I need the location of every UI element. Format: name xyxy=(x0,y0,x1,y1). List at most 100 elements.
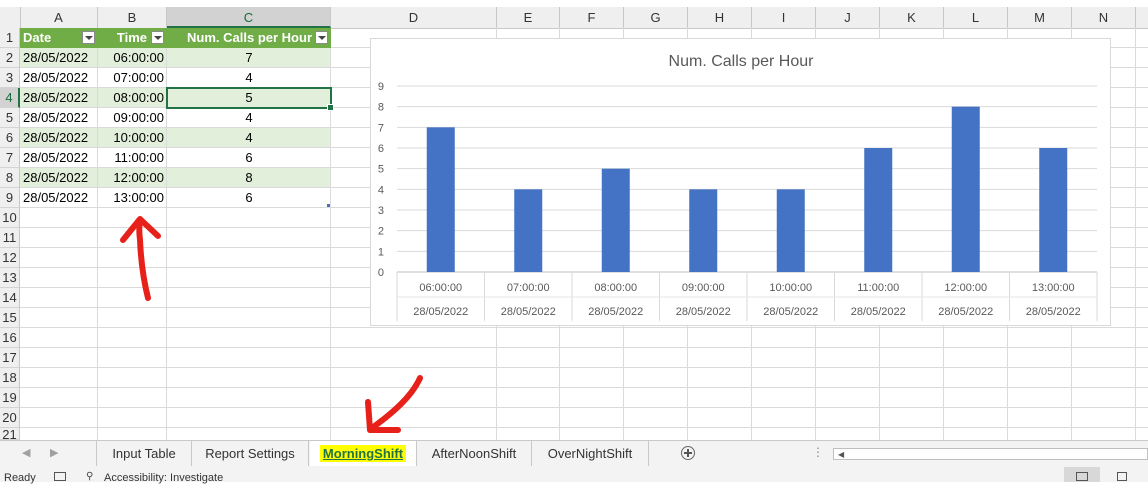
table-cell-date[interactable]: 28/05/2022 xyxy=(20,68,98,88)
table-cell-time[interactable]: 10:00:00 xyxy=(98,128,167,148)
sheet-tab-report-settings[interactable]: Report Settings xyxy=(192,441,309,466)
row-header-11[interactable]: 11 xyxy=(0,228,20,248)
gridline xyxy=(20,367,1148,368)
row-header-2[interactable]: 2 xyxy=(0,48,20,68)
table-cell-date[interactable]: 28/05/2022 xyxy=(20,188,98,208)
row-header-8[interactable]: 8 xyxy=(0,168,20,188)
table-resize-handle[interactable] xyxy=(327,204,330,207)
x-tick-label: 11:00:00 xyxy=(857,282,899,294)
row-header-9[interactable]: 9 xyxy=(0,188,20,208)
add-sheet-icon[interactable] xyxy=(681,446,695,460)
table-cell-calls[interactable]: 8 xyxy=(167,168,331,188)
table-header-time[interactable]: Time xyxy=(98,28,167,48)
table-cell-calls[interactable]: 6 xyxy=(167,148,331,168)
row-header-19[interactable]: 19 xyxy=(0,388,20,408)
table-cell-time[interactable]: 08:00:00 xyxy=(98,88,167,108)
column-header-m[interactable]: M xyxy=(1008,7,1072,28)
column-header-d[interactable]: D xyxy=(331,7,497,28)
column-header-n[interactable]: N xyxy=(1072,7,1136,28)
row-header-6[interactable]: 6 xyxy=(0,128,20,148)
select-all-corner[interactable] xyxy=(0,7,21,28)
column-header-i[interactable]: I xyxy=(752,7,816,28)
table-cell-time[interactable]: 12:00:00 xyxy=(98,168,167,188)
row-header-15[interactable]: 15 xyxy=(0,308,20,328)
table-cell-date[interactable]: 28/05/2022 xyxy=(20,88,98,108)
y-tick-label: 9 xyxy=(378,81,384,93)
page-layout-icon[interactable] xyxy=(1117,472,1127,481)
row-header-17[interactable]: 17 xyxy=(0,348,20,368)
accessibility-icon[interactable]: ⚲ xyxy=(86,471,93,482)
sheet-tab-afternoonshift[interactable]: AfterNoonShift xyxy=(417,441,532,466)
row-header-7[interactable]: 7 xyxy=(0,148,20,168)
row-header-18[interactable]: 18 xyxy=(0,368,20,388)
horizontal-scrollbar[interactable]: ◀ xyxy=(833,448,1148,460)
column-header-b[interactable]: B xyxy=(98,7,167,28)
tab-splitter-icon[interactable]: ⋮ xyxy=(812,445,824,459)
x-group-label: 28/05/2022 xyxy=(938,306,993,318)
chart-canvas: Num. Calls per Hour 0 1 2 3 4 5 6 7 8 9 06:00:00 28… xyxy=(378,53,1098,321)
prev-sheet-icon[interactable]: ◀ xyxy=(22,441,30,466)
table-header-num-calls[interactable]: Num. Calls per Hour xyxy=(167,28,331,48)
table-cell-time[interactable]: 09:00:00 xyxy=(98,108,167,128)
chart-bar xyxy=(1039,148,1068,272)
table-cell-date[interactable]: 28/05/2022 xyxy=(20,108,98,128)
fill-handle[interactable] xyxy=(327,104,334,111)
normal-view-button[interactable] xyxy=(1064,467,1100,482)
filter-dropdown-icon[interactable] xyxy=(82,31,95,44)
row-header-5[interactable]: 5 xyxy=(0,108,20,128)
sheet-tab-overnightshift[interactable]: OverNightShift xyxy=(532,441,649,466)
row-header-3[interactable]: 3 xyxy=(0,68,20,88)
x-tick-label: 09:00:00 xyxy=(682,282,725,294)
filter-dropdown-icon[interactable] xyxy=(315,31,328,44)
table-cell-time[interactable]: 07:00:00 xyxy=(98,68,167,88)
table-header-date[interactable]: Date xyxy=(20,28,98,48)
y-tick-label: 3 xyxy=(378,205,384,217)
column-header-row: A B C D E F G H I J K L M N xyxy=(0,7,1148,29)
row-header-13[interactable]: 13 xyxy=(0,268,20,288)
column-header-a[interactable]: A xyxy=(20,7,98,28)
row-header-4[interactable]: 4 xyxy=(0,88,20,108)
sheet-tab-label: OverNightShift xyxy=(547,446,633,461)
row-header-1[interactable]: 1 xyxy=(0,28,20,48)
gridline xyxy=(20,427,1148,428)
macro-record-icon[interactable] xyxy=(54,472,66,481)
table-cell-time[interactable]: 06:00:00 xyxy=(98,48,167,68)
column-header-e[interactable]: E xyxy=(497,7,560,28)
bar-chart[interactable]: Num. Calls per Hour 0 1 2 3 4 5 6 7 8 9 06:00:00 28… xyxy=(370,38,1111,326)
table-cell-date[interactable]: 28/05/2022 xyxy=(20,128,98,148)
table-cell-calls[interactable]: 4 xyxy=(167,108,331,128)
column-header-c[interactable]: C xyxy=(167,7,331,28)
column-header-h[interactable]: H xyxy=(688,7,752,28)
row-header-16[interactable]: 16 xyxy=(0,328,20,348)
column-header-k[interactable]: K xyxy=(880,7,944,28)
sheet-tab-morningshift[interactable]: MorningShift xyxy=(310,441,417,466)
row-header-12[interactable]: 12 xyxy=(0,248,20,268)
x-tick-label: 06:00:00 xyxy=(419,282,462,294)
row-header-10[interactable]: 10 xyxy=(0,208,20,228)
table-cell-time[interactable]: 11:00:00 xyxy=(98,148,167,168)
row-header-21[interactable]: 21 xyxy=(0,428,20,440)
table-cell-time[interactable]: 13:00:00 xyxy=(98,188,167,208)
column-header-g[interactable]: G xyxy=(624,7,688,28)
y-tick-label: 2 xyxy=(378,226,384,238)
chart-bar xyxy=(426,127,455,272)
sheet-tab-input-table[interactable]: Input Table xyxy=(96,441,192,466)
accessibility-status[interactable]: Accessibility: Investigate xyxy=(104,472,223,484)
x-group-label: 28/05/2022 xyxy=(676,306,731,318)
table-cell-calls[interactable]: 7 xyxy=(167,48,331,68)
table-cell-date[interactable]: 28/05/2022 xyxy=(20,48,98,68)
column-header-f[interactable]: F xyxy=(560,7,624,28)
table-cell-calls[interactable]: 4 xyxy=(167,128,331,148)
table-cell-calls[interactable]: 6 xyxy=(167,188,331,208)
filter-dropdown-icon[interactable] xyxy=(151,31,164,44)
table-cell-date[interactable]: 28/05/2022 xyxy=(20,148,98,168)
table-cell-date[interactable]: 28/05/2022 xyxy=(20,168,98,188)
sheet-tab-label: AfterNoonShift xyxy=(431,446,517,461)
column-header-j[interactable]: J xyxy=(816,7,880,28)
scroll-left-icon[interactable]: ◀ xyxy=(838,450,844,459)
table-cell-calls[interactable]: 4 xyxy=(167,68,331,88)
next-sheet-icon[interactable]: ▶ xyxy=(50,441,58,466)
row-header-14[interactable]: 14 xyxy=(0,288,20,308)
row-header-20[interactable]: 20 xyxy=(0,408,20,428)
column-header-l[interactable]: L xyxy=(944,7,1008,28)
